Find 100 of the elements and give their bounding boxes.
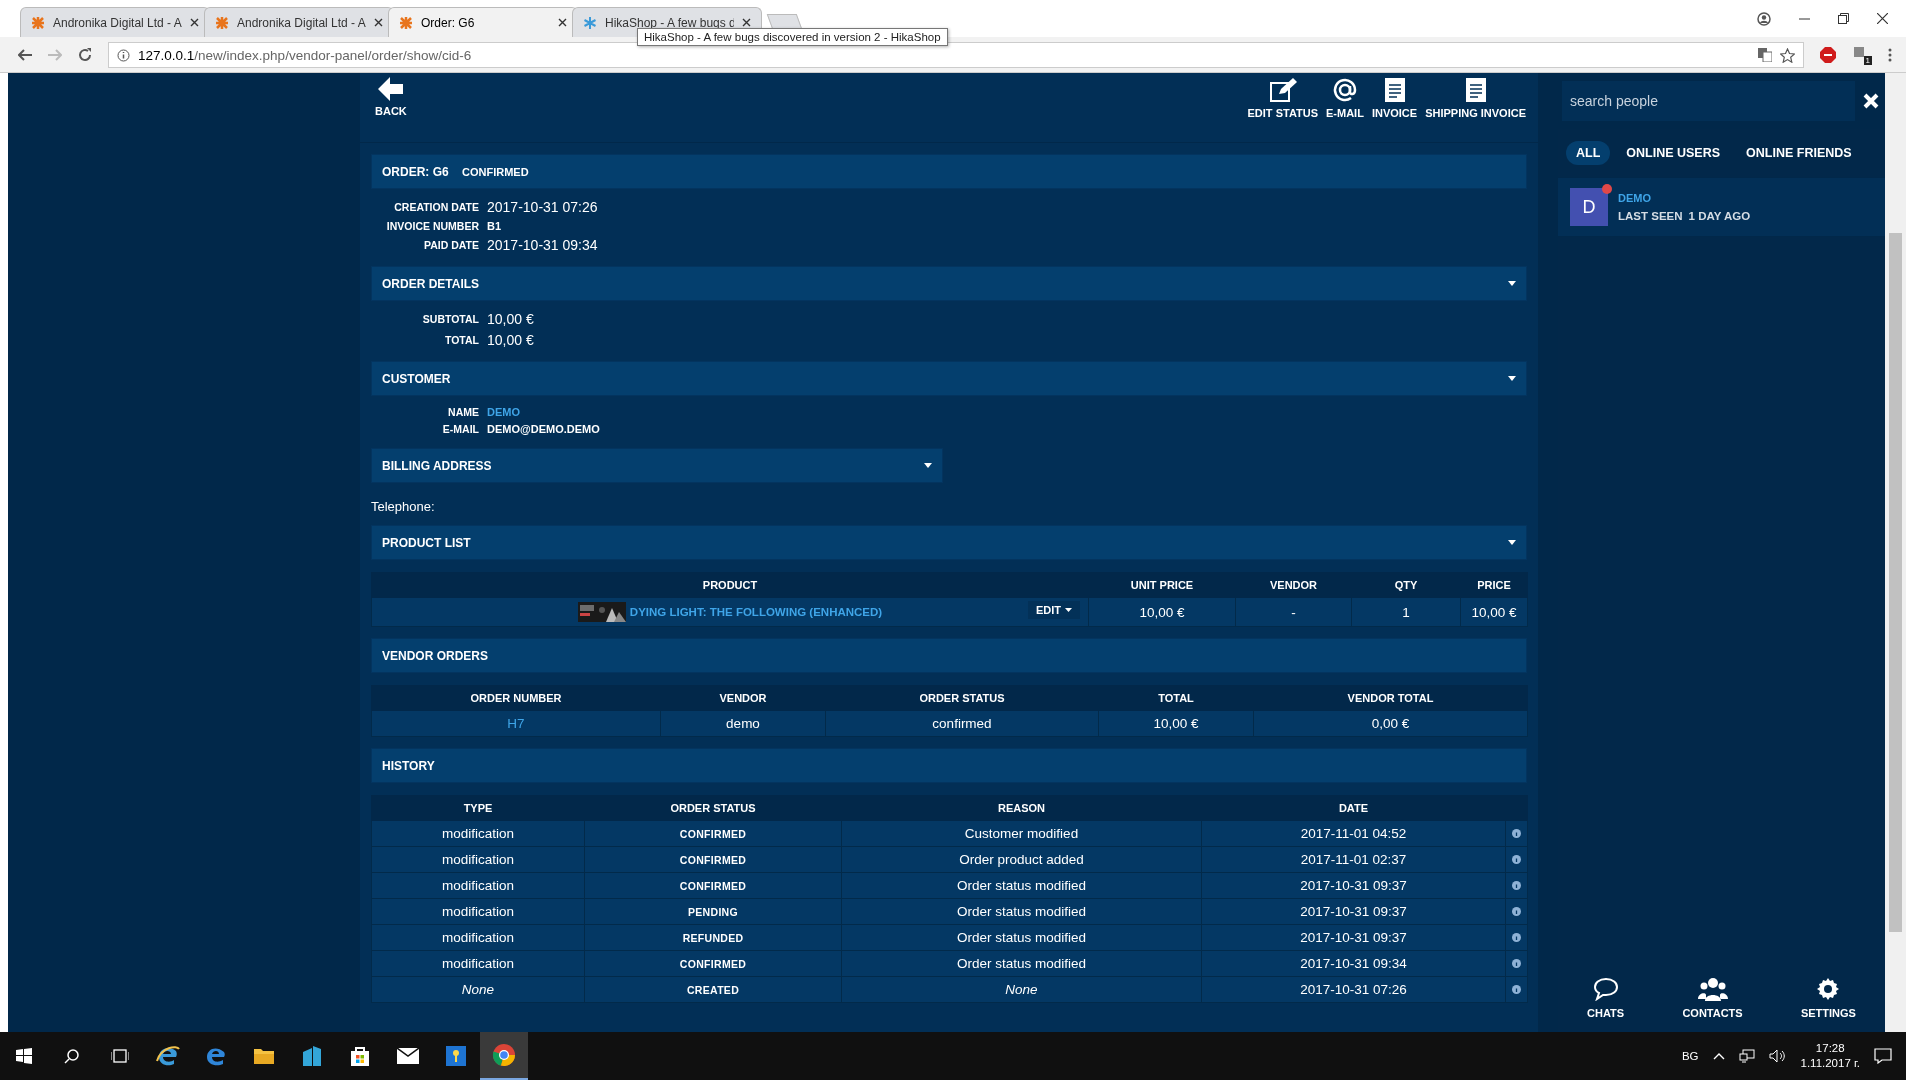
chevron-up-icon[interactable] <box>1712 1052 1725 1060</box>
tab-title: Andronika Digital Ltd - A <box>53 15 182 30</box>
column-header: ORDER STATUS <box>825 685 1099 711</box>
back-arrow-icon[interactable] <box>18 49 32 61</box>
close-icon[interactable] <box>1877 13 1888 24</box>
shopping-bag-icon[interactable] <box>350 1046 370 1066</box>
mail-icon[interactable] <box>397 1048 419 1064</box>
toolbar-button[interactable]: EDIT STATUS <box>1243 77 1322 119</box>
table-cell: 10,00 € <box>1098 710 1254 737</box>
order-link[interactable]: H7 <box>507 716 525 731</box>
table-cell: None <box>371 976 585 1003</box>
column-header: PRODUCT <box>371 572 1089 598</box>
table-cell: modification <box>371 820 585 847</box>
nav-button[interactable]: CHATS <box>1581 976 1631 1020</box>
search-icon[interactable] <box>64 1048 80 1064</box>
document-icon <box>1383 77 1406 103</box>
table-cell: CONFIRMED <box>584 872 842 899</box>
chrome-icon[interactable] <box>492 1043 516 1067</box>
clock-date[interactable]: 1.11.2017 г. <box>1800 1056 1860 1071</box>
table-cell: CONFIRMED <box>584 950 842 977</box>
field-value: 10,00 € <box>487 311 534 327</box>
at-sign-icon <box>1331 77 1358 103</box>
task-view-icon[interactable] <box>111 1049 129 1063</box>
product-link[interactable]: DYING LIGHT: THE FOLLOWING (ENHANCED) <box>629 606 883 618</box>
table-cell: 2017-10-31 09:34 <box>1201 950 1506 977</box>
table-cell: Order status modified <box>841 872 1202 899</box>
close-icon[interactable] <box>742 18 751 27</box>
info-icon[interactable] <box>117 48 130 62</box>
star-icon[interactable] <box>1780 47 1795 63</box>
field-value: B1 <box>487 220 503 232</box>
address-bar[interactable]: 127.0.0.1/new/index.php/vendor-panel/order/show/cid-6 <box>108 42 1804 68</box>
language-indicator[interactable]: BG <box>1681 1050 1699 1062</box>
toolbar-button[interactable]: E-MAIL <box>1322 77 1368 119</box>
search-field[interactable]: search people <box>1562 81 1855 121</box>
info-icon[interactable] <box>1512 829 1521 838</box>
speaker-icon[interactable] <box>1768 1049 1787 1063</box>
toolbar-button[interactable]: SHIPPING INVOICE <box>1421 77 1530 119</box>
user-list-item[interactable]: D DEMO LAST SEEN 1 DAY AGO <box>1558 178 1885 237</box>
network-icon[interactable] <box>1738 1049 1755 1063</box>
browser-e-icon[interactable] <box>156 1045 180 1067</box>
menu-icon[interactable] <box>1888 48 1892 62</box>
caret-icon[interactable] <box>1508 376 1516 381</box>
column-header: REASON <box>841 795 1202 821</box>
browser-e-icon[interactable] <box>206 1046 226 1066</box>
info-icon[interactable] <box>1512 881 1521 890</box>
field-label: NAME <box>447 406 479 418</box>
info-icon[interactable] <box>1512 985 1521 994</box>
nav-button[interactable]: SETTINGS <box>1794 976 1862 1020</box>
section-header[interactable]: ORDER DETAILS <box>371 266 1527 301</box>
section-header[interactable]: CUSTOMER <box>371 361 1527 396</box>
notification-icon[interactable] <box>1874 1048 1892 1064</box>
table-cell: None <box>841 976 1202 1003</box>
nav-button[interactable]: CONTACTS <box>1676 976 1749 1020</box>
table-cell: Customer modified <box>841 820 1202 847</box>
translate-icon[interactable] <box>1758 48 1772 62</box>
filter-tab[interactable]: ONLINE USERS <box>1616 141 1731 165</box>
toolbar-button[interactable]: INVOICE <box>1367 77 1422 119</box>
minimize-icon[interactable] <box>1799 17 1810 20</box>
table-cell: modification <box>371 950 585 977</box>
info-icon[interactable] <box>1512 959 1521 968</box>
field-label: PAID DATE <box>422 239 479 251</box>
clock-time[interactable]: 17:28 <box>1800 1041 1860 1056</box>
column-header: ORDER NUMBER <box>371 685 661 711</box>
table-cell: CREATED <box>584 976 842 1003</box>
restore-icon[interactable] <box>1838 13 1849 24</box>
table-cell: 2017-10-31 09:37 <box>1201 898 1506 925</box>
info-icon[interactable] <box>1512 855 1521 864</box>
field-label: SUBTOTAL <box>421 313 479 325</box>
table-cell: Order product added <box>841 846 1202 873</box>
customer-link[interactable]: DEMO <box>487 406 600 418</box>
table-cell: 10,00 € <box>1088 597 1236 627</box>
keyhole-icon[interactable] <box>446 1046 466 1066</box>
stop-sign-icon[interactable] <box>1820 47 1836 63</box>
table-cell: modification <box>371 872 585 899</box>
windows-icon[interactable] <box>16 1048 32 1064</box>
filter-tab[interactable]: ONLINE FRIENDS <box>1736 141 1862 165</box>
section-header[interactable]: PRODUCT LIST <box>371 525 1527 560</box>
edit-button[interactable]: EDIT <box>1027 601 1080 619</box>
info-icon[interactable] <box>1512 933 1521 942</box>
column-header: VENDOR <box>660 685 826 711</box>
table-cell: 2017-11-01 02:37 <box>1201 846 1506 873</box>
profile-icon[interactable] <box>1757 11 1771 26</box>
close-icon[interactable] <box>190 18 199 27</box>
caret-icon[interactable] <box>924 463 932 468</box>
asterisk-icon <box>583 15 597 30</box>
scrollbar-thumb[interactable] <box>1889 233 1902 932</box>
reload-icon[interactable] <box>78 48 92 62</box>
back-button[interactable]: BACK <box>371 77 411 117</box>
caret-icon[interactable] <box>1508 281 1516 286</box>
building-icon[interactable] <box>303 1046 321 1066</box>
folder-icon[interactable] <box>254 1048 274 1064</box>
caret-icon[interactable] <box>1508 540 1516 545</box>
close-icon[interactable] <box>374 18 383 27</box>
section-title: PRODUCT LIST <box>382 535 472 550</box>
table-cell: REFUNDED <box>584 924 842 951</box>
section-header[interactable]: BILLING ADDRESS <box>371 448 943 483</box>
tab-title: Andronika Digital Ltd - A <box>237 15 366 30</box>
info-icon[interactable] <box>1512 907 1521 916</box>
filter-tab[interactable]: ALL <box>1566 141 1611 165</box>
close-icon[interactable] <box>558 18 567 27</box>
